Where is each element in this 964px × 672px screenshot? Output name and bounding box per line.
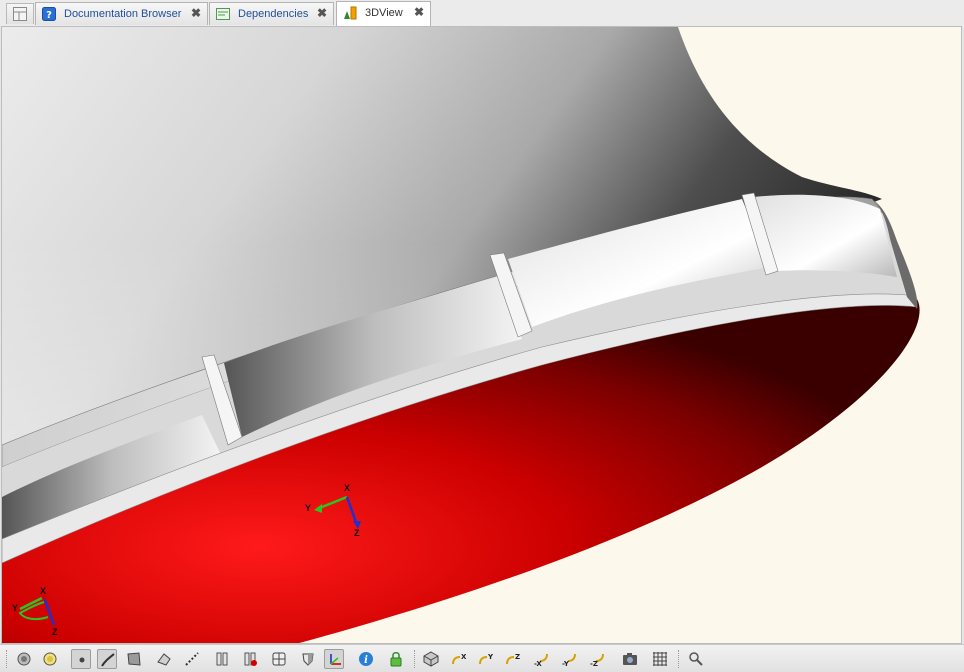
tab-documentation-browser[interactable]: ? Documentation Browser ✖ — [35, 2, 208, 25]
shaded-icon — [17, 652, 31, 666]
layout-icon — [13, 7, 27, 21]
tab-bar: ? Documentation Browser ✖ Dependencies ✖… — [0, 0, 964, 26]
shield-button[interactable] — [298, 649, 318, 669]
tab-dependencies[interactable]: Dependencies ✖ — [209, 2, 334, 25]
view-y-button[interactable]: Y — [475, 649, 495, 669]
iso-view-button[interactable] — [421, 649, 441, 669]
tab-label: Documentation Browser — [64, 8, 182, 20]
corner-axis-label-y: Y — [12, 603, 19, 613]
help-icon: ? — [42, 7, 56, 21]
svg-text:i: i — [364, 655, 368, 666]
view-toolbar: i X Y Z -X -Y -Z — [0, 644, 964, 672]
svg-text:Y: Y — [487, 653, 493, 661]
trihedron-button[interactable] — [324, 649, 344, 669]
svg-text:X: X — [461, 653, 466, 661]
section-button[interactable] — [212, 649, 232, 669]
view-minus-x-button[interactable]: -X — [532, 649, 552, 669]
section-clear-button[interactable] — [240, 649, 260, 669]
explode-button[interactable] — [269, 649, 289, 669]
3dview-icon — [344, 6, 357, 20]
corner-axis-label-z: Z — [52, 627, 58, 637]
3d-viewport[interactable]: X Y Z X Y Z — [1, 26, 962, 644]
shaded-button[interactable] — [14, 649, 34, 669]
face-button[interactable] — [124, 649, 144, 669]
svg-text:?: ? — [46, 10, 52, 21]
dashed-line-button[interactable] — [182, 649, 202, 669]
toolbar-separator — [678, 650, 681, 668]
tab-3dview[interactable]: 3DView ✖ — [336, 1, 431, 26]
view-minus-z-button[interactable]: -Z — [588, 649, 608, 669]
lock-icon — [390, 651, 402, 667]
dashed-line-icon — [185, 652, 199, 666]
view-minus-y-icon: -Y — [562, 653, 576, 667]
trihedron-icon — [330, 654, 341, 665]
tab-label: 3DView — [365, 7, 403, 19]
close-icon[interactable]: ✖ — [191, 6, 201, 20]
view-minus-x-icon: -X — [534, 653, 548, 667]
edge-icon — [101, 653, 115, 667]
view-y-icon: Y — [479, 653, 493, 665]
3d-model-render — [2, 27, 961, 643]
solid-button[interactable] — [154, 649, 174, 669]
svg-text:-Z: -Z — [590, 660, 598, 667]
vertex-icon — [79, 657, 85, 663]
section-clear-icon — [244, 652, 257, 666]
view-minus-z-icon: -Z — [590, 653, 604, 667]
svg-text:-Y: -Y — [562, 660, 570, 667]
dependencies-icon — [216, 8, 230, 20]
zoom-icon — [689, 652, 703, 666]
screenshot-button[interactable] — [620, 649, 640, 669]
view-z-button[interactable]: Z — [502, 649, 522, 669]
zoom-button[interactable] — [686, 649, 706, 669]
corner-axis-label-x: X — [40, 586, 47, 596]
grid-button[interactable] — [650, 649, 670, 669]
vertex-button[interactable] — [71, 649, 91, 669]
view-z-icon: Z — [506, 653, 520, 665]
info-button[interactable]: i — [356, 649, 376, 669]
shaded-with-edges-icon — [43, 652, 57, 666]
shield-icon — [302, 653, 314, 666]
axis-label-y: Y — [305, 503, 312, 513]
tab-label: Dependencies — [238, 8, 309, 20]
view-x-button[interactable]: X — [448, 649, 468, 669]
shaded-with-edges-button[interactable] — [40, 649, 60, 669]
info-icon: i — [359, 652, 373, 666]
toolbar-separator — [414, 650, 417, 668]
view-x-icon: X — [452, 653, 466, 665]
axis-label-z: Z — [354, 528, 360, 538]
edge-button[interactable] — [97, 649, 117, 669]
camera-icon — [623, 653, 637, 665]
face-icon — [127, 652, 141, 666]
axis-label-x: X — [344, 483, 351, 493]
toolbar-separator — [6, 650, 9, 668]
svg-text:-X: -X — [534, 660, 542, 667]
view-minus-y-button[interactable]: -Y — [560, 649, 580, 669]
svg-text:Z: Z — [515, 653, 520, 661]
layout-tab-button[interactable] — [6, 3, 34, 24]
iso-view-icon — [423, 651, 439, 667]
lock-button[interactable] — [386, 649, 406, 669]
close-icon[interactable]: ✖ — [414, 5, 424, 19]
section-icon — [216, 652, 228, 666]
close-icon[interactable]: ✖ — [317, 6, 327, 20]
explode-icon — [272, 652, 286, 666]
grid-icon — [653, 652, 667, 666]
solid-icon — [157, 653, 171, 666]
